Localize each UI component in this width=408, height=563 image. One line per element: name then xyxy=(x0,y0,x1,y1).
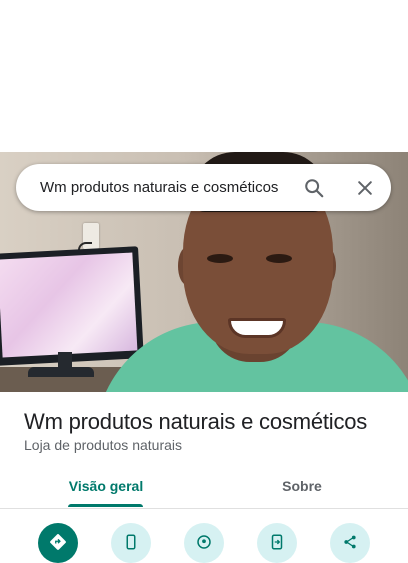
place-category[interactable]: Loja de produtos naturais xyxy=(24,437,182,453)
tab-overview[interactable]: Visão geral xyxy=(38,466,174,506)
directions-icon xyxy=(49,523,67,556)
search-icon[interactable] xyxy=(301,175,327,201)
search-bar[interactable]: Wm produtos naturais e cosméticos xyxy=(16,164,391,211)
action-bar xyxy=(0,510,408,563)
place-tabs: Visão geral Sobre xyxy=(0,466,408,509)
location-pin-icon xyxy=(195,523,213,556)
close-icon[interactable] xyxy=(352,175,378,201)
call-button[interactable] xyxy=(111,523,151,563)
photo-monitor xyxy=(0,246,144,366)
phone-icon xyxy=(122,523,140,556)
top-blank-area xyxy=(0,0,408,152)
share-icon xyxy=(341,523,359,556)
share-button[interactable] xyxy=(330,523,370,563)
photo-person-mouth xyxy=(228,318,286,338)
place-title: Wm produtos naturais e cosméticos xyxy=(24,409,368,434)
directions-button[interactable] xyxy=(38,523,78,563)
search-query[interactable]: Wm produtos naturais e cosméticos xyxy=(40,164,278,211)
nearby-button[interactable] xyxy=(184,523,224,563)
photo-person-eye xyxy=(207,254,233,263)
photo-person-eye xyxy=(266,254,292,263)
send-to-phone-button[interactable] xyxy=(257,523,297,563)
photo-monitor-base xyxy=(28,367,94,377)
tab-selected-indicator xyxy=(68,504,143,507)
send-to-phone-icon xyxy=(268,523,286,556)
tab-about[interactable]: Sobre xyxy=(234,466,370,506)
